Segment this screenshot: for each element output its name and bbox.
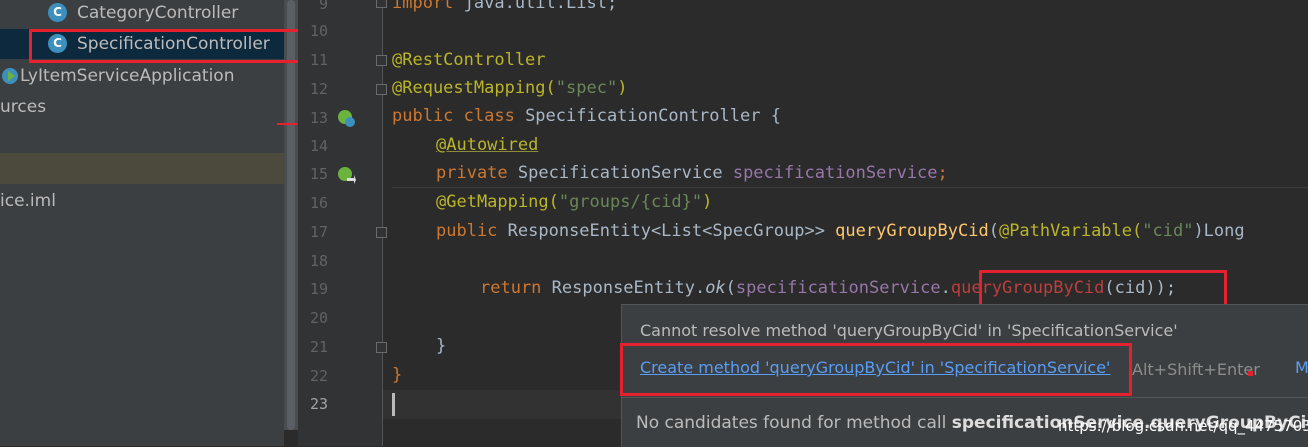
scroll-thumb[interactable] [287, 0, 295, 430]
popup-shortcut: Alt+Shift+Enter [1132, 360, 1260, 379]
code-line-15: private SpecificationService specificati… [436, 163, 948, 183]
code-line-13: public class SpecificationController { [392, 106, 781, 126]
current-line-highlight [383, 390, 623, 419]
project-scrollbar[interactable] [284, 0, 298, 430]
tree-item-ly-item-service-application[interactable]: LyItemServiceApplication [0, 61, 284, 91]
highlight-box-create-action [620, 343, 1132, 396]
code-line-17: public ResponseEntity<List<SpecGroup>> q… [436, 221, 1245, 241]
spring-boot-app-icon [2, 68, 18, 84]
line-number: 22 [309, 367, 328, 385]
line-number-current: 23 [309, 395, 328, 413]
popup-divider [622, 397, 1308, 398]
line-number: 16 [309, 194, 328, 212]
line-number: 19 [309, 280, 328, 298]
tree-item-label: urces [0, 97, 47, 117]
tree-item-label: LyItemServiceApplication [20, 66, 235, 86]
editor-gutter: 9 10 11 12 13 14 15 16 17 18 19 20 21 22… [298, 0, 387, 446]
line-number: 18 [309, 252, 328, 270]
line-number: 13 [309, 109, 328, 127]
tree-item-label: ice.iml [0, 191, 56, 211]
highlight-box-method-call [979, 270, 1227, 308]
project-tool-window: C CategoryController C SpecificationCont… [0, 0, 284, 446]
code-line-12: @RequestMapping("spec") [392, 78, 628, 98]
code-line-11: @RestController [392, 50, 546, 70]
popup-message: Cannot resolve method 'queryGroupByCid' … [640, 321, 1178, 340]
text-caret [392, 393, 395, 416]
code-line-14: @Autowired [436, 135, 539, 155]
code-line-9: import java.util.List; [392, 0, 618, 13]
tree-item-iml-file[interactable]: ice.iml [0, 186, 284, 216]
line-number: 10 [309, 22, 328, 40]
line-number: 20 [309, 309, 328, 327]
watermark: https://blog.csdn.net/qq_44757034 [1058, 417, 1308, 435]
error-stripe-mark [277, 123, 297, 125]
tree-item-label: CategoryController [77, 3, 239, 23]
line-number: 12 [309, 80, 328, 98]
autowired-navigate-icon[interactable] [336, 165, 356, 185]
code-line-22: } [392, 365, 403, 385]
code-line-16: @GetMapping("groups/{cid}") [436, 192, 713, 212]
more-actions-link[interactable]: M [1295, 358, 1308, 377]
tree-item-category-controller[interactable]: C CategoryController [0, 0, 284, 28]
red-marker [1248, 371, 1253, 376]
class-icon: C [48, 3, 67, 22]
line-number: 15 [309, 165, 328, 183]
line-number: 21 [309, 338, 328, 356]
line-number: 14 [309, 137, 328, 155]
line-number: 11 [309, 51, 328, 69]
code-line-21: } [436, 336, 447, 356]
line-number: 17 [309, 223, 328, 241]
tree-item-highlighted-row[interactable] [0, 153, 284, 184]
tree-item-resources[interactable]: urces [0, 92, 284, 122]
spring-bean-icon[interactable] [336, 108, 356, 128]
highlight-box-tree-item [29, 29, 312, 63]
